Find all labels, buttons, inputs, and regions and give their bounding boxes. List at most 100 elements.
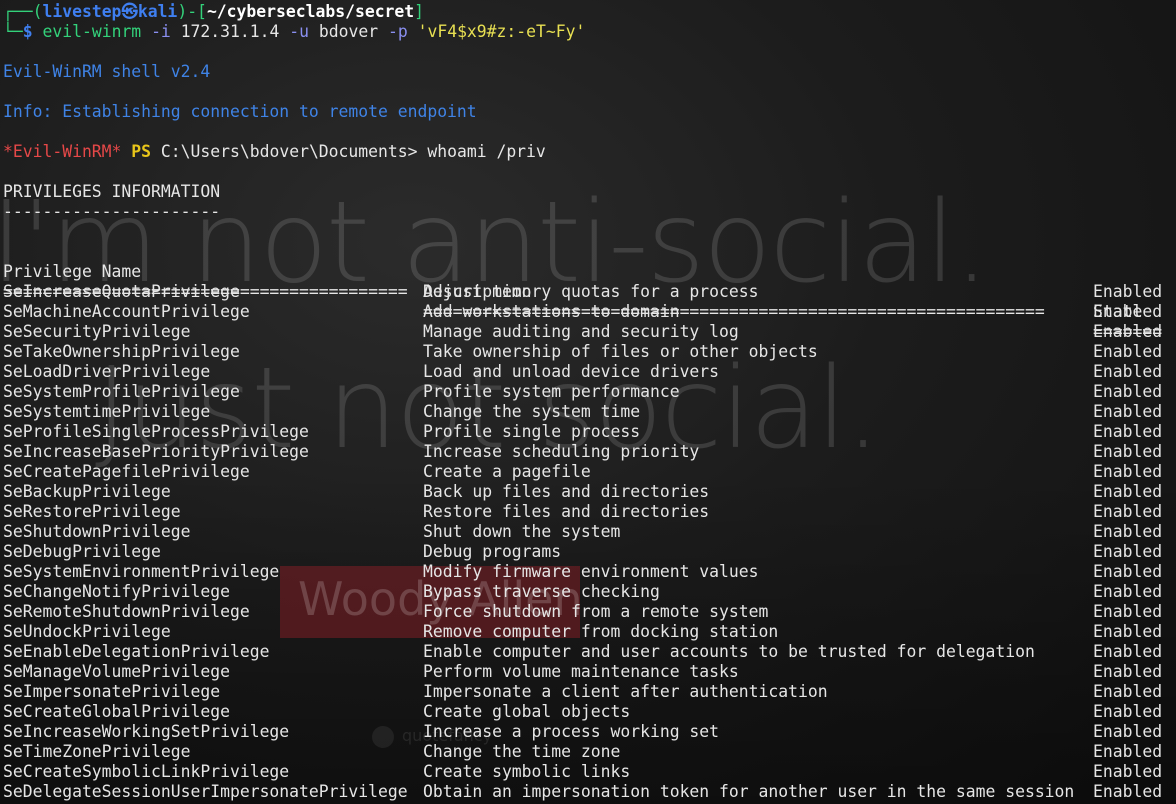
- privilege-description: Profile system performance: [423, 382, 680, 401]
- table-row: SeRestorePrivilege Restore files and dire…: [0, 502, 1176, 522]
- privilege-description: Enable computer and user accounts to be …: [423, 642, 1035, 661]
- privilege-state: Enabled: [1093, 782, 1163, 801]
- evilwinrm-banner: Evil-WinRM shell v2.4: [3, 62, 211, 81]
- ps-prompt-path: C:\Users\bdover\Documents>: [160, 142, 418, 161]
- privilege-state: Enabled: [1093, 502, 1163, 521]
- privilege-name: SeShutdownPrivilege: [3, 522, 191, 541]
- table-row: SeChangeNotifyPrivilege Bypass traverse c…: [0, 582, 1176, 602]
- prompt-corner-top: ┌──: [3, 2, 33, 21]
- connection-info: Info: Establishing connection to remote …: [3, 102, 477, 121]
- privilege-description: Add workstations to domain: [423, 302, 680, 321]
- table-row: SeProfileSingleProcessPrivilege Profile s…: [0, 422, 1176, 442]
- table-row: SeDebugPrivilege Debug programs Enabled: [0, 542, 1176, 562]
- table-row: SeSystemtimePrivilege Change the system t…: [0, 402, 1176, 422]
- privilege-name: SeEnableDelegationPrivilege: [3, 642, 270, 661]
- command-flag-u: -u: [289, 22, 309, 41]
- table-row: SeImpersonatePrivilege Impersonate a clie…: [0, 682, 1176, 702]
- privilege-state: Enabled: [1093, 662, 1163, 681]
- privilege-name: SeCreateGlobalPrivilege: [3, 702, 230, 721]
- privilege-name: SeSystemtimePrivilege: [3, 402, 211, 421]
- privilege-description: Shut down the system: [423, 522, 621, 541]
- table-row: SeCreateGlobalPrivilege Create global obj…: [0, 702, 1176, 722]
- privilege-state: Enabled: [1093, 482, 1163, 501]
- ps-prompt-ps: PS: [131, 142, 152, 161]
- prompt-user: livestep: [42, 2, 122, 21]
- terminal-window[interactable]: I'm not anti-social. Just not social. Wo…: [0, 0, 1176, 804]
- table-row: SeCreateSymbolicLinkPrivilege Create symb…: [0, 762, 1176, 782]
- privilege-state: Enabled: [1093, 342, 1163, 361]
- command-username: bdover: [318, 22, 379, 41]
- privilege-state: Enabled: [1093, 762, 1163, 781]
- prompt-paren-open: (: [32, 2, 43, 21]
- table-row: SeCreatePagefilePrivilege Create a pagefi…: [0, 462, 1176, 482]
- ps-prompt-name: *Evil-WinRM*: [3, 142, 122, 161]
- privilege-name: SeProfileSingleProcessPrivilege: [3, 422, 309, 441]
- table-row: SeSecurityPrivilege Manage auditing and s…: [0, 322, 1176, 342]
- table-row: SeIncreaseQuotaPrivilege Adjust memory qu…: [0, 282, 1176, 302]
- privilege-description: Change the system time: [423, 402, 641, 421]
- privilege-description: Load and unload device drivers: [423, 362, 720, 381]
- table-row: SeShutdownPrivilege Shut down the system E…: [0, 522, 1176, 542]
- command-flag-p: -p: [387, 22, 408, 41]
- prompt-host: kali: [137, 2, 178, 21]
- prompt-at-icon: ㉿: [121, 2, 138, 21]
- privilege-state: Enabled: [1093, 422, 1163, 441]
- privilege-state: Enabled: [1093, 282, 1163, 301]
- prompt-bracket-open: -[: [187, 2, 207, 21]
- privilege-name: SeCreatePagefilePrivilege: [3, 462, 250, 481]
- table-row: SeIncreaseWorkingSetPrivilege Increase a …: [0, 722, 1176, 742]
- privilege-description: Back up files and directories: [423, 482, 710, 501]
- privilege-name: SeSystemEnvironmentPrivilege: [3, 562, 280, 581]
- table-row: SeSystemProfilePrivilege Profile system p…: [0, 382, 1176, 402]
- privilege-description: Create a pagefile: [423, 462, 591, 481]
- privilege-description: Modify firmware environment values: [423, 562, 759, 581]
- privilege-state: Enabled: [1093, 642, 1163, 661]
- privilege-name: SeIncreaseWorkingSetPrivilege: [3, 722, 290, 741]
- privilege-state: Enabled: [1093, 702, 1163, 721]
- privilege-description: Bypass traverse checking: [423, 582, 660, 601]
- command-name: evil-winrm: [42, 22, 142, 41]
- table-row: SeIncreaseBasePriorityPrivilege Increase …: [0, 442, 1176, 462]
- privilege-description: Debug programs: [423, 542, 562, 561]
- privilege-name: SeDelegateSessionUserImpersonatePrivileg…: [3, 782, 408, 801]
- command-password: 'vF4$x9#z:-eT~Fy': [417, 22, 586, 41]
- privilege-description: Create symbolic links: [423, 762, 631, 781]
- section-underline: ----------------------: [3, 202, 221, 221]
- command-line[interactable]: └─$ evil-winrm -i 172.31.1.4 -u bdover -…: [3, 22, 585, 42]
- privilege-state: Enabled: [1093, 362, 1163, 381]
- table-row: SeSystemEnvironmentPrivilege Modify firmw…: [0, 562, 1176, 582]
- table-header: Privilege Name Description State: [0, 242, 1176, 321]
- privilege-state: Enabled: [1093, 542, 1163, 561]
- privilege-name: SeMachineAccountPrivilege: [3, 302, 250, 321]
- privilege-description: Profile single process: [423, 422, 641, 441]
- privilege-name: SeImpersonatePrivilege: [3, 682, 221, 701]
- privilege-description: Remove computer from docking station: [423, 622, 779, 641]
- privilege-name: SeManageVolumePrivilege: [3, 662, 230, 681]
- prompt-corner-bottom: └─: [3, 22, 23, 41]
- table-separator: ========================================…: [0, 262, 1176, 341]
- privilege-state: Enabled: [1093, 522, 1163, 541]
- privilege-state: Enabled: [1093, 742, 1163, 761]
- privilege-state: Enabled: [1093, 382, 1163, 401]
- privilege-name: SeIncreaseQuotaPrivilege: [3, 282, 240, 301]
- command-flag-i: -i: [151, 22, 171, 41]
- privilege-state: Enabled: [1093, 722, 1163, 741]
- privilege-name: SeRestorePrivilege: [3, 502, 181, 521]
- table-row: SeUndockPrivilege Remove computer from do…: [0, 622, 1176, 642]
- privilege-name: SeUndockPrivilege: [3, 622, 171, 641]
- privilege-description: Take ownership of files or other objects: [423, 342, 818, 361]
- privilege-state: Enabled: [1093, 442, 1163, 461]
- privilege-description: Change the time zone: [423, 742, 621, 761]
- privilege-state: Enabled: [1093, 302, 1163, 321]
- privilege-name: SeCreateSymbolicLinkPrivilege: [3, 762, 290, 781]
- table-row: SeBackupPrivilege Back up files and direc…: [0, 482, 1176, 502]
- table-row: SeTimeZonePrivilege Change the time zone E…: [0, 742, 1176, 762]
- table-row: SeRemoteShutdownPrivilege Force shutdown …: [0, 602, 1176, 622]
- privilege-description: Increase scheduling priority: [423, 442, 700, 461]
- ps-prompt-line[interactable]: *Evil-WinRM* PS C:\Users\bdover\Document…: [3, 142, 546, 162]
- shell-prompt-header: ┌──(livestep㉿kali)-[~/cyberseclabs/secre…: [3, 2, 424, 22]
- table-row: SeTakeOwnershipPrivilege Take ownership o…: [0, 342, 1176, 362]
- prompt-cwd: ~/cyberseclabs/secret: [206, 2, 415, 21]
- table-row: SeMachineAccountPrivilege Add workstation…: [0, 302, 1176, 322]
- table-row: SeEnableDelegationPrivilege Enable comput…: [0, 642, 1176, 662]
